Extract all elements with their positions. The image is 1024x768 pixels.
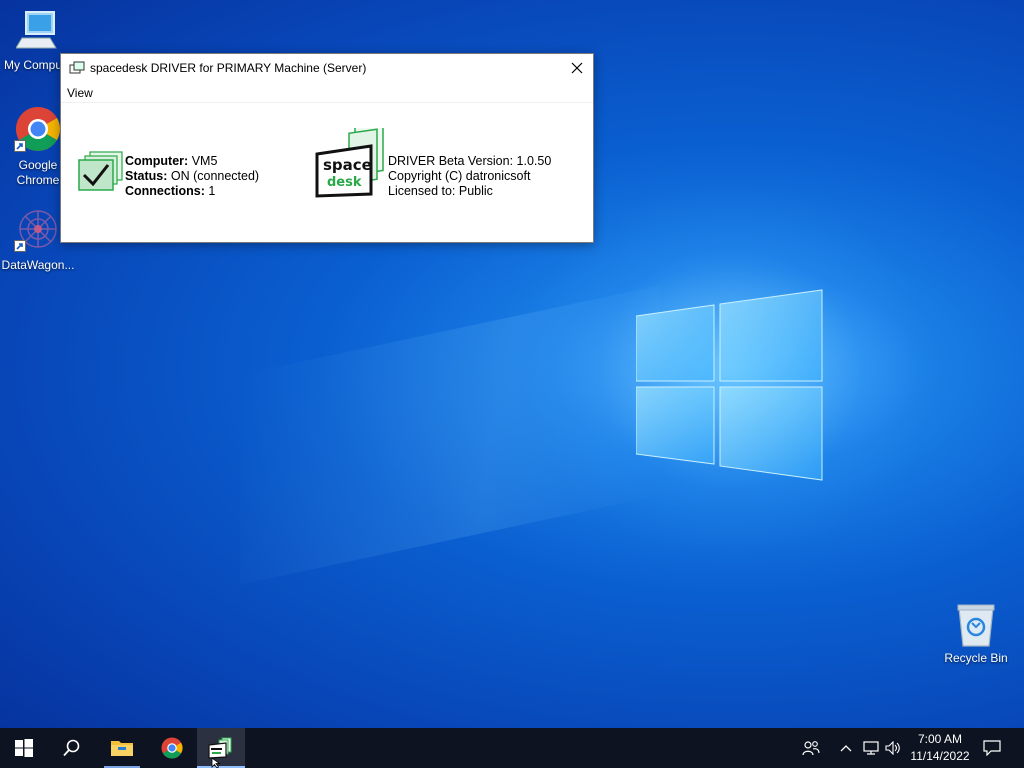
connections-value: 1 xyxy=(208,184,216,198)
connections-label: Connections: xyxy=(125,184,205,198)
taskbar-clock[interactable]: 7:00 AM 11/14/2022 xyxy=(904,731,976,765)
license-text: Licensed to: Public xyxy=(388,184,493,198)
computer-value: VM5 xyxy=(191,154,218,168)
clock-time: 7:00 AM xyxy=(917,732,963,746)
close-icon xyxy=(571,62,583,74)
chevron-up-icon xyxy=(840,745,852,752)
mouse-cursor-icon xyxy=(211,758,221,768)
search-button[interactable] xyxy=(48,728,96,768)
connected-check-icon xyxy=(78,151,123,191)
recycle-bin-label: Recycle Bin xyxy=(944,651,1008,665)
folder-icon xyxy=(111,741,133,756)
status-label: Status: xyxy=(125,169,168,183)
desktop-icon-label: DataWagon... xyxy=(1,258,75,272)
taskbar: 7:00 AM 11/14/2022 xyxy=(0,728,1024,768)
action-center-button[interactable] xyxy=(978,728,1006,768)
start-button[interactable] xyxy=(0,728,48,768)
computer-label: Computer: xyxy=(125,154,189,168)
windows-wallpaper-logo-icon xyxy=(636,289,823,481)
notification-icon xyxy=(983,740,1001,756)
menu-view[interactable]: View xyxy=(67,86,93,100)
shortcut-arrow-icon xyxy=(14,140,26,152)
spacedesk-app-icon xyxy=(69,61,85,74)
spacedesk-logo-icon: space desk xyxy=(315,128,384,198)
taskbar-spacedesk[interactable] xyxy=(197,728,245,768)
people-button[interactable] xyxy=(800,728,822,768)
desktop-icon-label: Google Chrome xyxy=(16,158,60,187)
spacedesk-driver-window: spacedesk DRIVER for PRIMARY Machine (Se… xyxy=(60,53,594,243)
version-text: DRIVER Beta Version: 1.0.50 xyxy=(388,154,552,168)
spacedesk-app-icon xyxy=(208,737,232,759)
network-icon xyxy=(863,741,879,755)
people-icon xyxy=(802,741,820,756)
clock-date: 11/14/2022 xyxy=(910,749,970,763)
shortcut-arrow-icon xyxy=(14,240,26,252)
speaker-icon xyxy=(885,741,900,755)
window-titlebar[interactable]: spacedesk DRIVER for PRIMARY Machine (Se… xyxy=(61,54,593,82)
logo-space-text: space xyxy=(323,156,372,174)
search-icon xyxy=(63,739,80,757)
computer-icon xyxy=(15,11,57,49)
logo-desk-text: desk xyxy=(327,175,362,190)
about-panel: DRIVER Beta Version: 1.0.50 Copyright (C… xyxy=(388,154,551,199)
window-title: spacedesk DRIVER for PRIMARY Machine (Se… xyxy=(90,61,367,75)
volume-button[interactable] xyxy=(884,728,902,768)
taskbar-chrome[interactable] xyxy=(148,728,196,768)
close-button[interactable] xyxy=(561,54,593,82)
show-hidden-icons-button[interactable] xyxy=(838,728,854,768)
recycle-bin-icon xyxy=(957,604,995,647)
copyright-text: Copyright (C) datronicsoft xyxy=(388,169,531,183)
desktop-icon-recycle-bin[interactable]: Recycle Bin xyxy=(940,602,1012,665)
windows-start-icon xyxy=(15,739,33,757)
network-button[interactable] xyxy=(862,728,880,768)
status-panel: Computer: VM5 Status: ON (connected) Con… xyxy=(125,154,259,199)
menu-bar: View xyxy=(61,82,593,103)
chrome-icon xyxy=(161,737,183,759)
taskbar-file-explorer[interactable] xyxy=(98,728,146,768)
status-value: ON (connected) xyxy=(170,169,260,183)
